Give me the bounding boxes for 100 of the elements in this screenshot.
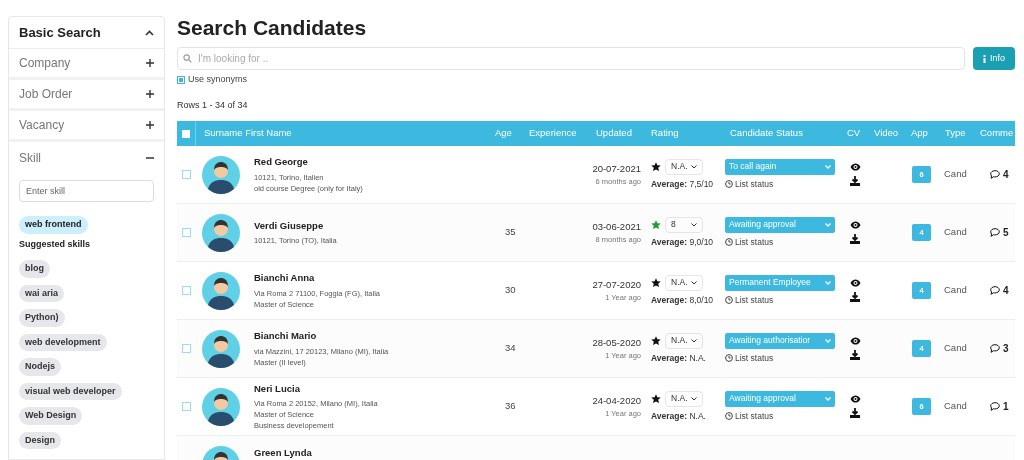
updated-date: 24-04-2020 — [592, 393, 641, 408]
avatar-icon — [202, 387, 240, 426]
age-value: 35 — [504, 225, 517, 240]
skill-input-field[interactable]: Enter skill — [19, 180, 154, 202]
filter-section-label[interactable]: Company — [19, 54, 71, 72]
search-icon — [183, 54, 192, 63]
download-icon[interactable] — [850, 292, 860, 302]
list-status-link[interactable]: List status — [725, 351, 845, 365]
row-checkbox[interactable] — [182, 228, 191, 237]
candidate-name[interactable]: Green Lynda — [254, 446, 312, 460]
download-icon[interactable] — [850, 234, 860, 244]
filter-section-label[interactable]: Job Order — [19, 85, 73, 103]
suggested-skills-heading: Suggested skills — [19, 237, 92, 251]
chevron-down-icon — [825, 164, 831, 169]
avatar-icon — [202, 213, 240, 252]
average-rating: Average: 8,0/10 — [651, 293, 715, 307]
view-icon[interactable] — [850, 337, 861, 345]
candidate-name[interactable]: Verdi Giuseppe — [254, 218, 337, 234]
clock-icon — [725, 238, 733, 246]
age-value: 36 — [504, 399, 517, 414]
info-icon — [983, 54, 986, 63]
filter-section-label[interactable]: Vacancy — [19, 116, 65, 134]
rows-count: Rows 1 - 34 of 34 — [177, 98, 249, 112]
comment-icon — [990, 170, 1000, 179]
candidate-type: Cand — [943, 341, 968, 356]
avatar-icon — [202, 271, 240, 310]
download-icon[interactable] — [850, 176, 860, 186]
candidate-type: Cand — [943, 283, 968, 298]
rating-dropdown[interactable]: N.A. — [665, 274, 703, 291]
average-rating: Average: 9,0/10 — [651, 235, 715, 249]
download-icon[interactable] — [850, 350, 860, 360]
view-icon[interactable] — [850, 221, 861, 229]
page-title: Search Candidates — [177, 15, 368, 41]
clock-icon — [725, 354, 733, 362]
clock-icon — [725, 180, 733, 188]
download-icon[interactable] — [850, 408, 860, 418]
view-icon[interactable] — [850, 279, 861, 287]
list-status-link[interactable]: List status — [725, 235, 845, 249]
candidate-type: Cand — [943, 167, 968, 182]
suggested-skill-tag[interactable]: Nodejs — [19, 358, 61, 376]
plus-icon — [146, 90, 154, 98]
rating-dropdown[interactable]: N.A. — [665, 332, 703, 349]
chevron-down-icon — [825, 338, 831, 343]
comment-count[interactable]: 4 — [1003, 283, 1009, 298]
clock-icon — [725, 296, 733, 304]
average-rating: Average: N.A. — [651, 409, 707, 423]
suggested-skill-tag[interactable]: blog — [19, 260, 50, 278]
candidate-name[interactable]: Bianchi Anna — [254, 271, 381, 286]
chevron-down-icon — [825, 280, 831, 285]
candidate-type: Cand — [943, 399, 968, 414]
rating-dropdown[interactable]: N.A. — [665, 158, 703, 175]
candidate-name[interactable]: Bianchi Mario — [254, 329, 389, 344]
rating-dropdown[interactable]: 8 — [665, 216, 703, 233]
comment-count[interactable]: 3 — [1003, 341, 1009, 356]
list-status-link[interactable]: List status — [725, 293, 845, 307]
list-status-link[interactable]: List status — [725, 177, 845, 191]
plus-icon — [146, 59, 154, 67]
filter-section-label[interactable]: Skill — [19, 148, 41, 167]
chevron-down-icon — [691, 280, 697, 285]
comment-count[interactable]: 5 — [1003, 225, 1009, 240]
age-value: 34 — [504, 341, 517, 356]
comment-count[interactable]: 4 — [1003, 167, 1009, 182]
suggested-skill-tag[interactable]: Web Design — [19, 407, 83, 425]
comment-icon — [990, 286, 1000, 295]
row-checkbox[interactable] — [182, 170, 191, 179]
avatar-icon — [202, 329, 240, 368]
chevron-down-icon — [691, 164, 697, 169]
select-all-checkbox[interactable] — [182, 129, 190, 138]
average-rating: Average: N.A. — [651, 351, 707, 365]
updated-date: 28-05-2020 — [592, 335, 641, 350]
skill-tag[interactable]: web frontend — [19, 216, 88, 234]
comment-icon — [990, 402, 1000, 411]
suggested-skill-tag[interactable]: wai aria — [19, 284, 65, 302]
comment-count[interactable]: 1 — [1003, 399, 1009, 414]
candidate-name[interactable]: Red George — [254, 155, 363, 170]
updated-date: 03-06-2021 — [592, 219, 641, 234]
chevron-down-icon — [691, 338, 697, 343]
age-value: 30 — [504, 283, 517, 298]
row-checkbox[interactable] — [182, 402, 191, 411]
rating-dropdown[interactable]: N.A. — [665, 390, 703, 407]
suggested-skill-tag[interactable]: visual web developer — [19, 382, 122, 400]
plus-icon — [146, 121, 154, 129]
view-icon[interactable] — [850, 395, 861, 403]
candidate-name[interactable]: Neri Lucia — [254, 381, 378, 397]
suggested-skill-tag[interactable]: Python) — [19, 309, 65, 327]
row-checkbox[interactable] — [182, 344, 191, 353]
checkbox-label: Use synonyms — [188, 73, 248, 86]
clock-icon — [725, 412, 733, 420]
view-icon[interactable] — [850, 163, 861, 171]
suggested-skill-tag[interactable]: Design — [19, 431, 61, 449]
row-checkbox[interactable] — [182, 286, 191, 295]
chevron-down-icon — [691, 396, 697, 401]
comment-icon — [990, 344, 1000, 353]
checkbox[interactable] — [177, 75, 185, 84]
list-status-link[interactable]: List status — [725, 409, 845, 423]
average-rating: Average: 7,5/10 — [651, 177, 715, 191]
chevron-down-icon — [691, 222, 697, 227]
chevron-down-icon — [825, 222, 831, 227]
search-field[interactable]: I'm looking for .. — [177, 47, 965, 70]
suggested-skill-tag[interactable]: web development — [19, 333, 107, 351]
